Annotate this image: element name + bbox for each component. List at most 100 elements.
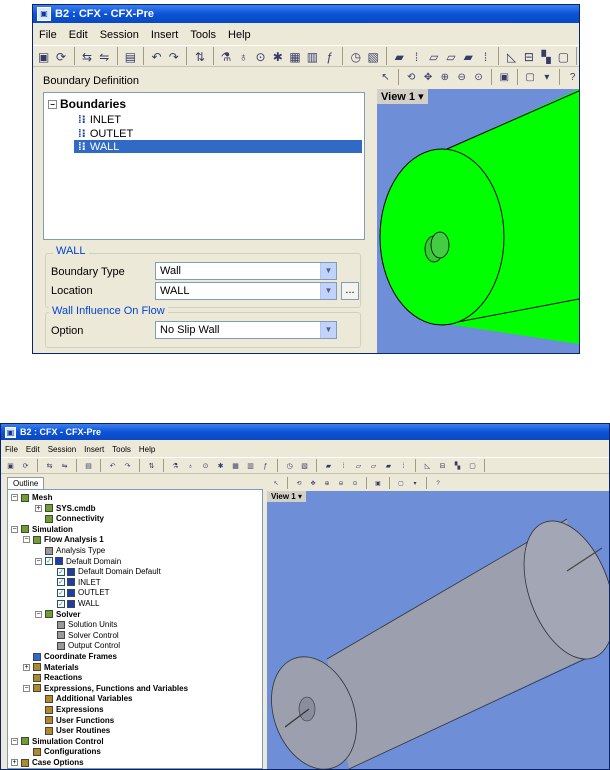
menu-tools[interactable]: Tools (108, 445, 135, 454)
toolbar-icon[interactable]: ⁞ (410, 48, 423, 64)
toolbar-icon[interactable]: ⊙ (350, 478, 360, 488)
toolbar-icon[interactable]: ⟳ (54, 48, 67, 64)
tree-row-outlet[interactable]: ⁞⁝ OUTLET (78, 127, 133, 141)
toolbar-icon[interactable]: ⊖ (336, 478, 346, 488)
checkbox-icon[interactable]: ✓ (57, 588, 65, 597)
toolbar-icon[interactable]: ▚ (540, 48, 553, 64)
toolbar-icon[interactable]: ↷ (167, 48, 180, 64)
toolbar-icon[interactable]: ⊕ (322, 478, 332, 488)
toolbar-icon[interactable]: ▱ (444, 48, 457, 64)
toolbar-icon[interactable]: ♁ (185, 460, 196, 471)
outline-tab[interactable]: Outline (7, 477, 45, 489)
toolbar-icon[interactable]: ✱ (215, 460, 226, 471)
outline-item[interactable]: + Materials (23, 663, 79, 672)
outline-item[interactable]: Solution Units (47, 620, 117, 629)
tree-row-wall[interactable]: ⁞⁝ WALL (74, 140, 362, 153)
option-select[interactable]: No Slip Wall ▼ (155, 321, 337, 339)
outline-item[interactable]: Expressions (35, 705, 104, 714)
toolbar-icon[interactable]: ▥ (245, 460, 256, 471)
outline-item[interactable]: − Solver (35, 610, 80, 619)
expand-toggle-icon[interactable]: − (11, 525, 18, 533)
checkbox-icon[interactable]: ✓ (57, 599, 65, 608)
outline-item[interactable]: Analysis Type (35, 546, 105, 555)
toolbar-icon[interactable]: ▣ (5, 460, 16, 471)
toolbar-icon[interactable]: ⟲ (294, 478, 304, 488)
toolbar-icon[interactable]: ⇅ (146, 460, 157, 471)
toolbar-icon[interactable]: ⇆ (80, 48, 93, 64)
outline-item[interactable]: ✓ INLET (47, 578, 101, 587)
toolbar-icon[interactable]: ▾ (410, 478, 420, 488)
toolbar-icon[interactable]: ↖ (271, 478, 281, 488)
toolbar-icon[interactable]: ▱ (427, 48, 440, 64)
outline-item[interactable]: ✓ WALL (47, 599, 100, 608)
toolbar-icon[interactable]: ▱ (353, 460, 364, 471)
toolbar-icon[interactable]: ↶ (150, 48, 163, 64)
outline-item[interactable]: − Expressions, Functions and Variables (23, 684, 188, 693)
outline-item[interactable]: − Flow Analysis 1 (23, 535, 104, 544)
toolbar-icon[interactable]: ⚗ (170, 460, 181, 471)
toolbar-icon[interactable]: ▢ (557, 48, 570, 64)
location-browse-button[interactable]: ... (341, 282, 359, 300)
outline-item[interactable]: − Simulation Control (11, 737, 104, 746)
chevron-down-icon[interactable]: ▼ (320, 263, 336, 279)
toolbar-icon[interactable]: ƒ (323, 48, 336, 64)
toolbar-icon[interactable]: ↶ (107, 460, 118, 471)
toolbar-icon[interactable]: ? (433, 478, 443, 488)
menu-edit[interactable]: Edit (22, 445, 44, 454)
outline-item[interactable]: ✓ Default Domain Default (47, 567, 161, 576)
toolbar-icon[interactable]: ▾ (540, 70, 553, 84)
outline-item[interactable]: Coordinate Frames (23, 652, 117, 661)
expand-toggle-icon[interactable]: − (11, 494, 18, 501)
outline-item[interactable]: Reactions (23, 673, 82, 682)
outline-item[interactable]: Configurations (23, 747, 101, 756)
chevron-down-icon[interactable]: ▼ (320, 283, 336, 299)
toolbar-icon[interactable]: ⇆ (44, 460, 55, 471)
toolbar-icon[interactable]: ▣ (498, 70, 511, 84)
menu-file[interactable]: File (33, 29, 63, 41)
menu-tools[interactable]: Tools (184, 29, 222, 41)
expand-toggle-icon[interactable]: − (23, 536, 30, 544)
toolbar-icon[interactable]: ▤ (83, 460, 94, 471)
menu-edit[interactable]: Edit (63, 29, 94, 41)
toolbar-icon[interactable]: ↷ (122, 460, 133, 471)
toolbar-icon[interactable]: ▰ (323, 460, 334, 471)
toolbar-icon[interactable]: ↖ (379, 70, 392, 84)
toolbar-icon[interactable]: ▢ (396, 478, 406, 488)
toolbar-icon[interactable]: ▰ (462, 48, 475, 64)
checkbox-icon[interactable]: ✓ (57, 567, 65, 576)
toolbar-icon[interactable]: ▰ (383, 460, 394, 471)
outline-item[interactable]: + Case Options (11, 758, 84, 767)
expand-toggle-icon[interactable]: + (11, 759, 18, 766)
toolbar-icon[interactable]: ▥ (306, 48, 319, 64)
toolbar-icon[interactable]: ◺ (422, 460, 433, 471)
toolbar-icon[interactable]: ⊖ (455, 70, 468, 84)
menu-insert[interactable]: Insert (80, 445, 108, 454)
toolbar-icon[interactable]: ◷ (284, 460, 295, 471)
toolbar-icon[interactable]: ⇋ (98, 48, 111, 64)
toolbar-icon[interactable]: ⁞ (398, 460, 409, 471)
toolbar-icon[interactable]: ▦ (288, 48, 301, 64)
tree-row-boundaries[interactable]: − Boundaries (48, 97, 126, 111)
expand-toggle-icon[interactable]: − (23, 684, 30, 692)
expand-toggle-icon[interactable]: + (23, 663, 30, 671)
expand-toggle-icon[interactable]: − (35, 610, 42, 618)
toolbar-icon[interactable]: ⊙ (254, 48, 267, 64)
outline-item[interactable]: Output Control (47, 641, 120, 650)
menu-insert[interactable]: Insert (145, 29, 185, 41)
toolbar-icon[interactable]: ◺ (505, 48, 518, 64)
toolbar-icon[interactable]: ⇋ (59, 460, 70, 471)
outline-item[interactable]: ✓ OUTLET (47, 588, 110, 597)
collapse-icon[interactable]: − (48, 99, 57, 109)
checkbox-icon[interactable]: ✓ (57, 578, 65, 587)
toolbar-icon[interactable]: ▱ (368, 460, 379, 471)
toolbar-icon[interactable]: ▣ (373, 478, 383, 488)
toolbar-icon[interactable]: ⊙ (472, 70, 485, 84)
toolbar-icon[interactable]: ▰ (393, 48, 406, 64)
toolbar-icon[interactable]: ? (566, 70, 579, 84)
bottom-3d-viewport[interactable]: View 1 ▾ (267, 491, 609, 769)
toolbar-icon[interactable]: ▣ (37, 48, 50, 64)
toolbar-icon[interactable]: ✥ (308, 478, 318, 488)
menu-file[interactable]: File (1, 445, 22, 454)
outline-item[interactable]: + SYS.cmdb (35, 504, 96, 513)
toolbar-icon[interactable]: ⁞ (338, 460, 349, 471)
